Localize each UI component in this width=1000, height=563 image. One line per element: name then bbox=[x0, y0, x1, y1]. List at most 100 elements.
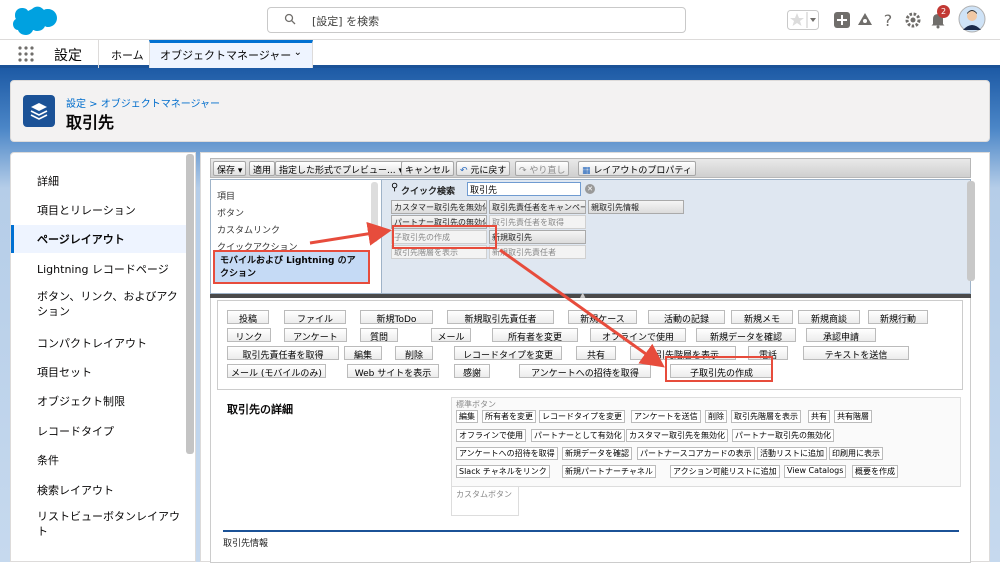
preview-button[interactable]: 指定した形式でプレビュー... ▾ bbox=[275, 161, 407, 176]
standard-button[interactable]: パートナースコアカードの表示 bbox=[637, 447, 755, 460]
tab-object-manager[interactable]: オブジェクトマネージャー ⌄ bbox=[149, 40, 313, 68]
standard-button[interactable]: 共有階層 bbox=[834, 410, 872, 423]
callout-layout-button bbox=[665, 356, 773, 382]
category-scrollbar[interactable] bbox=[371, 182, 378, 242]
standard-button[interactable]: オフラインで使用 bbox=[456, 429, 526, 442]
global-search[interactable]: [設定] を検索 bbox=[267, 7, 686, 33]
action-button[interactable]: 所有者を変更 bbox=[492, 328, 578, 343]
layout-properties-button[interactable]: ▦ レイアウトのプロパティ bbox=[578, 161, 696, 176]
sidebar-item-lightning-pages[interactable]: Lightning レコードページ bbox=[11, 255, 187, 283]
standard-button[interactable]: 削除 bbox=[705, 410, 727, 423]
help-icon[interactable]: ? bbox=[878, 10, 898, 30]
action-button[interactable]: 投稿 bbox=[227, 310, 269, 325]
sidebar-item-fields[interactable]: 項目とリレーション bbox=[11, 196, 187, 224]
layout-canvas: 投稿 ファイル 新規ToDo 新規取引先責任者 新規ケース 活動の記録 新規メモ… bbox=[210, 298, 971, 563]
standard-button[interactable]: アンケートを送信 bbox=[631, 410, 701, 423]
sidebar-item-buttons-links-actions[interactable]: ボタン、リンク、およびアクション bbox=[11, 285, 187, 321]
palette-item[interactable]: 新規取引先責任者 bbox=[489, 245, 586, 259]
action-button[interactable]: アンケートへの招待を取得 bbox=[519, 364, 651, 379]
category-fields[interactable]: 項目 bbox=[217, 189, 235, 202]
favorites-star-icon[interactable] bbox=[787, 10, 819, 30]
action-button[interactable]: テキストを送信 bbox=[803, 346, 909, 361]
breadcrumb[interactable]: 設定 > オブジェクトマネージャー bbox=[66, 95, 220, 110]
action-button[interactable]: ファイル bbox=[284, 310, 346, 325]
sidebar-item-object-limits[interactable]: オブジェクト制限 bbox=[11, 387, 187, 415]
standard-button[interactable]: 共有 bbox=[808, 410, 830, 423]
save-button[interactable]: 保存 ▾ bbox=[213, 161, 247, 176]
sidebar-item-page-layouts[interactable]: ページレイアウト bbox=[11, 225, 187, 253]
action-button[interactable]: 共有 bbox=[576, 346, 616, 361]
action-button[interactable]: 新規ケース bbox=[568, 310, 637, 325]
standard-button[interactable]: 新規パートナーチャネル bbox=[562, 465, 656, 478]
standard-button[interactable]: 活動リストに追加 bbox=[757, 447, 827, 460]
action-button[interactable]: 取引先責任者を取得 bbox=[227, 346, 339, 361]
sidebar-item-record-types[interactable]: レコードタイプ bbox=[11, 417, 187, 445]
undo-button[interactable]: ↶ 元に戻す bbox=[456, 161, 511, 176]
standard-button[interactable]: レコードタイプを変更 bbox=[539, 410, 625, 423]
action-button[interactable]: 新規ToDo bbox=[360, 310, 433, 325]
app-launcher-icon[interactable] bbox=[18, 46, 34, 62]
action-button[interactable]: 感謝 bbox=[454, 364, 490, 379]
standard-button[interactable]: View Catalogs bbox=[784, 465, 847, 478]
action-button[interactable]: リンク bbox=[227, 328, 271, 343]
action-button[interactable]: 新規行動 bbox=[868, 310, 928, 325]
tab-home[interactable]: ホーム bbox=[98, 40, 156, 68]
salesforce-logo[interactable] bbox=[13, 5, 59, 37]
action-button[interactable]: 新規データを確認 bbox=[696, 328, 796, 343]
chevron-down-icon[interactable]: ⌄ bbox=[294, 47, 302, 58]
sidebar-item-compact-layouts[interactable]: コンパクトレイアウト bbox=[11, 329, 187, 357]
action-button[interactable]: 質問 bbox=[360, 328, 398, 343]
action-button[interactable]: 新規商談 bbox=[798, 310, 860, 325]
sidebar-item-search-layouts[interactable]: 検索レイアウト bbox=[11, 476, 187, 504]
standard-button[interactable]: Slack チャネルをリンク bbox=[456, 465, 550, 478]
standard-button[interactable]: 所有者を変更 bbox=[482, 410, 536, 423]
standard-button[interactable]: パートナー取引先の無効化 bbox=[732, 429, 834, 442]
palette-item[interactable]: 取引先責任者を取得 bbox=[489, 215, 586, 229]
palette-category-list: 項目 ボタン カスタムリンク クイックアクション モバイルおよび Lightni… bbox=[211, 180, 382, 293]
action-button[interactable]: アンケート bbox=[284, 328, 347, 343]
standard-button[interactable]: 取引先階層を表示 bbox=[731, 410, 801, 423]
trailhead-icon[interactable] bbox=[855, 10, 875, 30]
standard-button[interactable]: 印刷用に表示 bbox=[829, 447, 883, 460]
action-button[interactable]: 新規メモ bbox=[731, 310, 793, 325]
sidebar-item-field-sets[interactable]: 項目セット bbox=[11, 358, 187, 386]
standard-button[interactable]: パートナーとして有効化 bbox=[531, 429, 625, 442]
action-button[interactable]: メール (モバイルのみ) bbox=[227, 364, 326, 379]
category-buttons[interactable]: ボタン bbox=[217, 206, 244, 219]
action-button[interactable]: レコードタイプを変更 bbox=[454, 346, 562, 361]
action-button[interactable]: メール bbox=[431, 328, 471, 343]
redo-button[interactable]: ↷ やり直し bbox=[515, 161, 570, 176]
apply-button[interactable]: 適用 bbox=[249, 161, 276, 176]
palette-item[interactable]: 親取引先情報 bbox=[588, 200, 684, 214]
standard-button[interactable]: カスタマー取引先を無効化 bbox=[626, 429, 728, 442]
standard-button[interactable]: アンケートへの招待を取得 bbox=[456, 447, 558, 460]
action-button[interactable]: 削除 bbox=[395, 346, 433, 361]
add-icon[interactable] bbox=[832, 10, 852, 30]
action-button[interactable]: オフラインで使用 bbox=[590, 328, 686, 343]
standard-button[interactable]: 概要を作成 bbox=[852, 465, 898, 478]
avatar[interactable] bbox=[958, 5, 986, 33]
action-button[interactable]: 承認申請 bbox=[806, 328, 876, 343]
editor-toolbar: 保存 ▾ 適用 指定した形式でプレビュー... ▾ キャンセル ↶ 元に戻す ↷… bbox=[210, 158, 971, 178]
palette-item[interactable]: 取引先責任者をキャンペーン bbox=[489, 200, 586, 214]
palette-item[interactable]: 新規取引先 bbox=[489, 230, 586, 244]
category-mobile-lightning-actions[interactable]: モバイルおよび Lightning のアクション bbox=[213, 250, 370, 284]
standard-button[interactable]: 新規データを確認 bbox=[562, 447, 632, 460]
action-button[interactable]: 新規取引先責任者 bbox=[447, 310, 554, 325]
clear-icon[interactable]: ✕ bbox=[585, 184, 595, 194]
sidebar-item-list-view-buttons[interactable]: リストビューボタンレイアウト bbox=[11, 505, 187, 541]
standard-button[interactable]: 編集 bbox=[456, 410, 478, 423]
gear-icon[interactable] bbox=[903, 10, 923, 30]
palette-item[interactable]: カスタマー取引先を無効化 bbox=[391, 200, 487, 214]
cancel-button[interactable]: キャンセル bbox=[401, 161, 455, 176]
category-custom-links[interactable]: カスタムリンク bbox=[217, 223, 280, 236]
sidebar-item-details[interactable]: 詳細 bbox=[11, 167, 187, 195]
action-button[interactable]: 活動の記録 bbox=[648, 310, 725, 325]
action-button[interactable]: Web サイトを表示 bbox=[347, 364, 439, 379]
action-button[interactable]: 編集 bbox=[344, 346, 382, 361]
quick-find-input[interactable]: 取引先 bbox=[467, 182, 581, 196]
sidebar-item-conditions[interactable]: 条件 bbox=[11, 446, 187, 474]
sidebar-scrollbar[interactable] bbox=[186, 154, 194, 454]
standard-button[interactable]: アクション可能リストに追加 bbox=[670, 465, 780, 478]
palette-scrollbar[interactable] bbox=[967, 181, 975, 281]
